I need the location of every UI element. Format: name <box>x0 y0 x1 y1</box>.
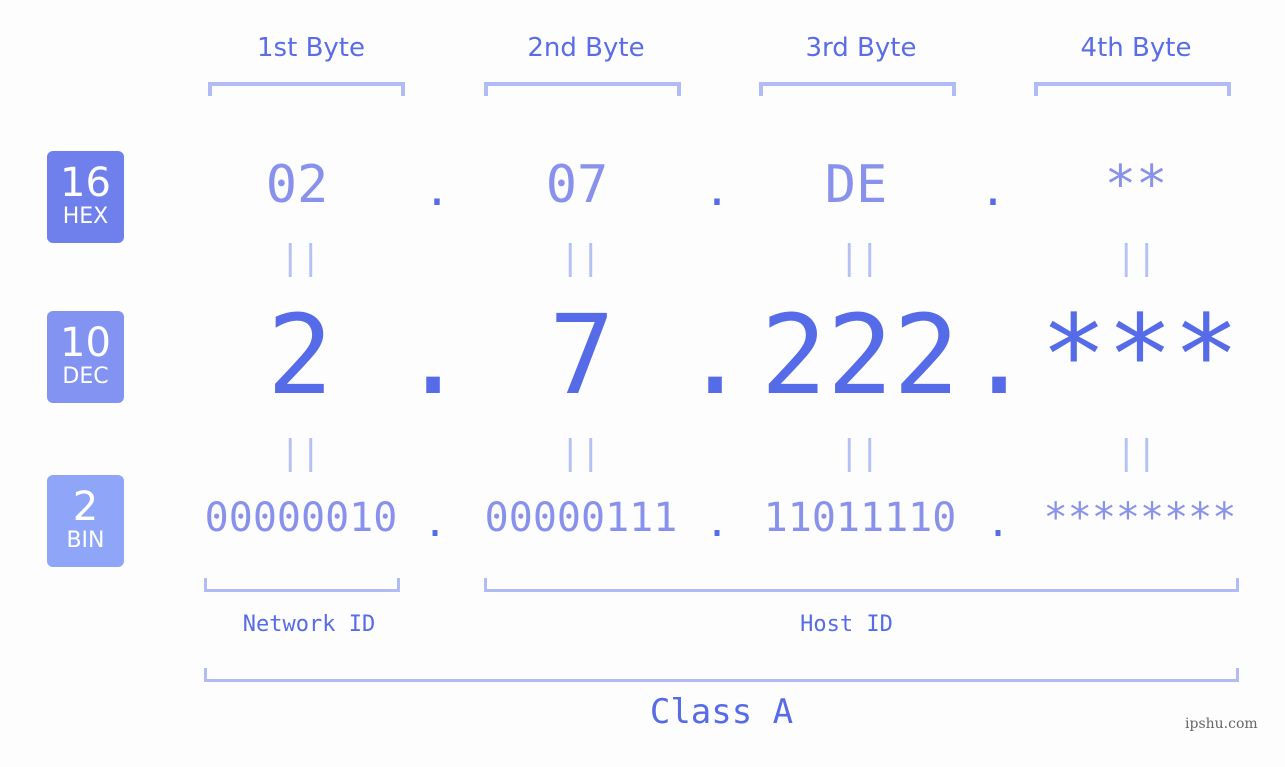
watermark: ipshu.com <box>1185 716 1258 732</box>
hex-byte-4: ** <box>1104 155 1168 215</box>
host-id-label: Host ID <box>800 612 893 637</box>
hex-badge-number: 16 <box>60 160 111 206</box>
dec-badge: 10 DEC <box>47 311 124 403</box>
equals-sign: || <box>1116 238 1157 278</box>
dec-separator: . <box>682 291 749 419</box>
hex-badge: 16 HEX <box>47 151 124 243</box>
equals-sign: || <box>560 433 601 473</box>
equals-sign: || <box>280 433 321 473</box>
hex-separator: . <box>979 165 1007 216</box>
byte-header-3: 3rd Byte <box>805 33 917 63</box>
hex-separator: . <box>423 165 451 216</box>
host-id-bracket <box>484 578 1239 592</box>
equals-sign: || <box>839 238 880 278</box>
bin-badge-label: BIN <box>66 528 105 553</box>
byte-bracket-3 <box>759 82 956 96</box>
bin-byte-4: ******** <box>1043 495 1237 541</box>
byte-bracket-4 <box>1034 82 1231 96</box>
bin-badge-number: 2 <box>72 484 99 530</box>
bin-separator: . <box>985 500 1011 546</box>
dec-separator: . <box>966 291 1033 419</box>
byte-bracket-1 <box>208 82 405 96</box>
bin-byte-3: 11011110 <box>763 495 957 541</box>
bin-byte-1: 00000010 <box>204 495 398 541</box>
dec-byte-1: 2 <box>266 291 334 419</box>
hex-badge-label: HEX <box>62 204 109 229</box>
byte-header-4: 4th Byte <box>1080 33 1192 63</box>
dec-byte-2: 7 <box>548 291 616 419</box>
bin-separator: . <box>704 500 730 546</box>
byte-header-2: 2nd Byte <box>527 33 645 63</box>
hex-byte-2: 07 <box>545 155 609 215</box>
dec-badge-number: 10 <box>60 320 111 366</box>
hex-byte-3: DE <box>824 155 888 215</box>
equals-sign: || <box>280 238 321 278</box>
network-id-label: Network ID <box>242 612 376 637</box>
class-bracket <box>204 668 1239 682</box>
class-label: Class A <box>649 692 794 732</box>
dec-separator: . <box>400 291 467 419</box>
equals-sign: || <box>560 238 601 278</box>
dec-byte-4: *** <box>1040 291 1240 419</box>
bin-byte-2: 00000111 <box>484 495 678 541</box>
hex-byte-1: 02 <box>265 155 329 215</box>
dec-badge-label: DEC <box>62 364 109 389</box>
network-id-bracket <box>204 578 400 592</box>
equals-sign: || <box>839 433 880 473</box>
byte-bracket-2 <box>484 82 681 96</box>
bin-separator: . <box>422 500 448 546</box>
hex-separator: . <box>703 165 731 216</box>
dec-byte-3: 222 <box>760 291 960 419</box>
byte-header-1: 1st Byte <box>257 33 365 63</box>
bin-badge: 2 BIN <box>47 475 124 567</box>
equals-sign: || <box>1116 433 1157 473</box>
